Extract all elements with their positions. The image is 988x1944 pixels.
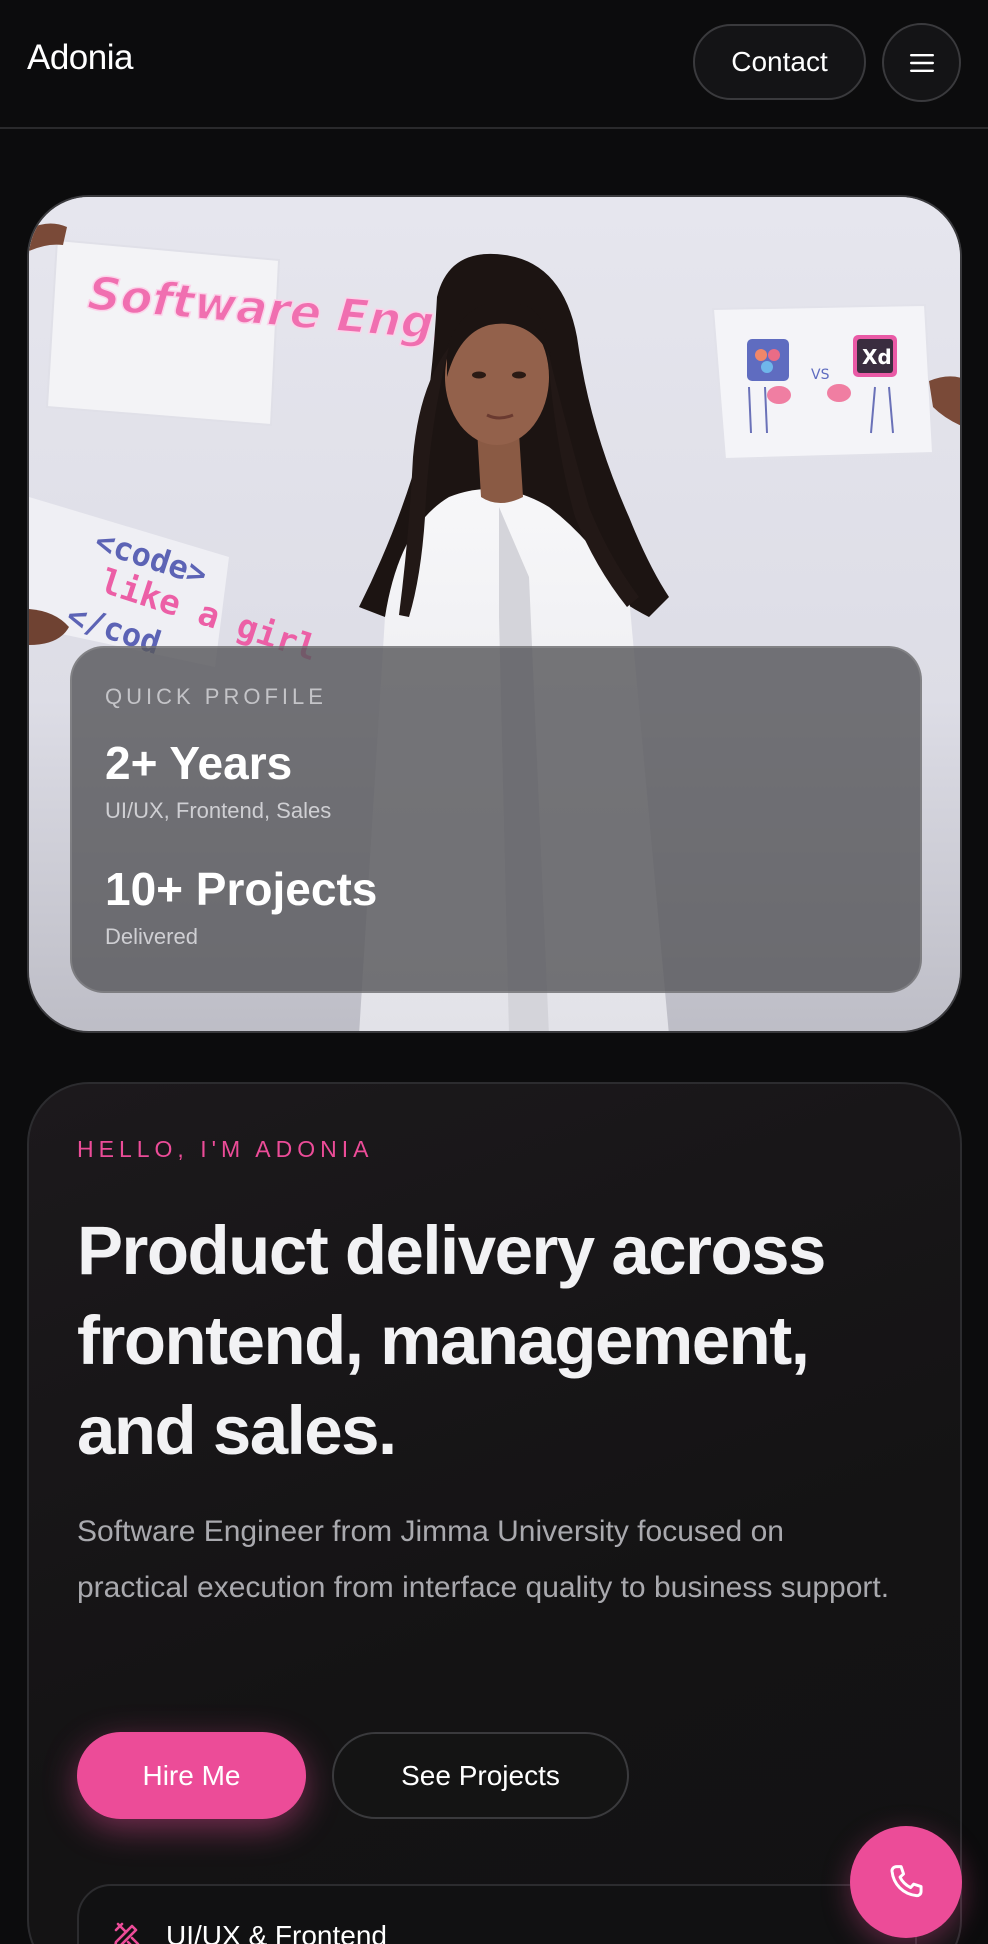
intro-card: HELLO, I'M ADONIA Product delivery acros…	[27, 1082, 962, 1944]
brand-logo[interactable]: Adonia	[27, 38, 133, 78]
skill-item-uiux-frontend[interactable]: UI/UX & Frontend	[77, 1884, 917, 1944]
hamburger-icon	[909, 53, 934, 72]
quick-profile-label: QUICK PROFILE	[105, 684, 327, 709]
see-projects-button[interactable]: See Projects	[332, 1732, 629, 1819]
stat-years-subtitle: UI/UX, Frontend, Sales	[105, 798, 332, 823]
design-tools-icon	[114, 1922, 140, 1944]
call-button[interactable]	[850, 1826, 962, 1938]
stat-years-value: 2+ Years	[105, 737, 293, 789]
hire-me-button[interactable]: Hire Me	[77, 1732, 306, 1819]
phone-icon	[890, 1865, 923, 1898]
menu-button[interactable]	[882, 23, 961, 102]
quick-profile-card: QUICK PROFILE 2+ Years UI/UX, Frontend, …	[70, 646, 922, 993]
contact-button[interactable]: Contact	[693, 24, 866, 100]
stat-projects-value: 10+ Projects	[105, 863, 378, 915]
sign-xd-text: Xd	[862, 345, 892, 369]
intro-headline: Product delivery across frontend, manage…	[77, 1212, 826, 1469]
sign-vs-text: VS	[811, 367, 830, 383]
intro-eyebrow: HELLO, I'M ADONIA	[77, 1136, 374, 1162]
hero-image-card: Software Engineer <code> like a girl </c…	[27, 195, 962, 1033]
figma-vs-xd-sign: VS Xd	[711, 303, 960, 461]
site-header: Adonia Contact	[0, 0, 988, 129]
intro-lead-text: Software Engineer from Jimma University …	[77, 1515, 890, 1604]
stat-projects-subtitle: Delivered	[105, 924, 198, 949]
skill-label: UI/UX & Frontend	[166, 1920, 387, 1944]
